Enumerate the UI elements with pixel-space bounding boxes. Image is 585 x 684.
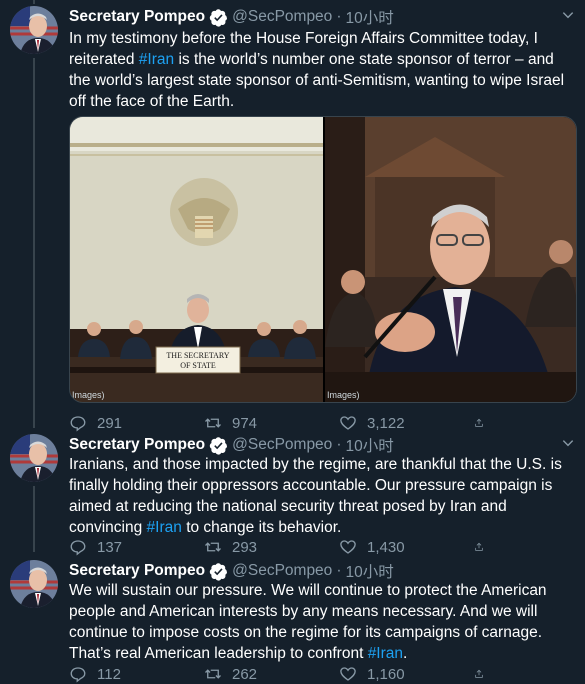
reply-count: 291 — [97, 414, 123, 432]
tweet-header: Secretary Pompeo @SecPompeo · 10小时 — [69, 6, 394, 28]
nameplate-line2: OF STATE — [180, 361, 216, 370]
hashtag-link[interactable]: #Iran — [147, 519, 182, 536]
retweet-icon — [205, 542, 221, 552]
reply-button[interactable]: 137 — [69, 538, 204, 556]
photo-credit-right: Images) — [327, 390, 360, 400]
like-button[interactable]: 1,430 — [339, 538, 474, 556]
hashtag-link[interactable]: #Iran — [139, 51, 174, 68]
tweet-text: We will sustain our pressure. We will co… — [69, 582, 547, 662]
like-count: 3,122 — [367, 414, 405, 432]
timestamp[interactable]: 10小时 — [345, 434, 393, 456]
retweet-icon — [205, 669, 221, 679]
retweet-count: 262 — [232, 665, 258, 683]
tweet-header: Secretary Pompeo @SecPompeo · 10小时 — [69, 560, 394, 582]
reply-count: 137 — [97, 538, 123, 556]
heart-icon — [340, 667, 356, 681]
reply-count: 112 — [97, 665, 121, 683]
chevron-down-icon[interactable] — [561, 436, 575, 450]
share-icon — [475, 542, 483, 551]
handle[interactable]: @SecPompeo — [232, 562, 332, 580]
retweet-count: 974 — [232, 414, 258, 432]
tweet-2[interactable]: Secretary Pompeo @SecPompeo · 10小时 Irani… — [0, 430, 585, 556]
share-icon — [475, 669, 483, 678]
handle[interactable]: @SecPompeo — [232, 8, 332, 26]
separator: · — [336, 562, 342, 579]
retweet-button[interactable]: 293 — [204, 538, 339, 556]
tweet-text: Iranians, and those impacted by the regi… — [69, 456, 562, 536]
like-button[interactable]: 1,160 — [339, 665, 474, 683]
retweet-count: 293 — [232, 538, 258, 556]
display-name[interactable]: Secretary Pompeo — [69, 562, 205, 580]
retweet-button[interactable]: 262 — [204, 665, 339, 683]
reply-icon — [70, 667, 86, 683]
photo-closeup[interactable]: Images) — [325, 117, 576, 402]
photo-credit-left: Images) — [72, 390, 105, 400]
separator: · — [336, 436, 342, 453]
separator: · — [336, 8, 342, 25]
verified-badge-icon — [209, 562, 228, 581]
heart-icon — [340, 540, 356, 554]
tweet-header: Secretary Pompeo @SecPompeo · 10小时 — [69, 434, 394, 456]
reply-icon — [70, 540, 86, 556]
timestamp[interactable]: 10小时 — [345, 560, 393, 582]
display-name[interactable]: Secretary Pompeo — [69, 8, 205, 26]
handle[interactable]: @SecPompeo — [232, 436, 332, 454]
verified-badge-icon — [209, 436, 228, 455]
timestamp[interactable]: 10小时 — [345, 6, 393, 28]
tweet-actions: 112 262 1,160 — [69, 663, 499, 684]
tweet-actions: 137 293 1,430 — [69, 536, 499, 558]
chevron-down-icon[interactable] — [561, 8, 575, 22]
share-button[interactable] — [474, 665, 494, 683]
avatar[interactable] — [10, 434, 58, 482]
avatar[interactable] — [10, 6, 58, 54]
share-button[interactable] — [474, 538, 494, 556]
media-grid[interactable]: THE SECRETARY OF STATE Images) Images) — [69, 116, 577, 403]
tweet-3[interactable]: Secretary Pompeo @SecPompeo · 10小时 We wi… — [0, 556, 585, 684]
tweet-text: In my testimony before the House Foreign… — [69, 30, 565, 110]
like-count: 1,160 — [367, 665, 405, 683]
hashtag-link[interactable]: #Iran — [368, 645, 403, 662]
nameplate-line1: THE SECRETARY — [166, 351, 229, 360]
tweet-1[interactable]: Secretary Pompeo @SecPompeo · 10小时 In my… — [0, 2, 585, 434]
avatar[interactable] — [10, 560, 58, 608]
verified-badge-icon — [209, 8, 228, 27]
like-count: 1,430 — [367, 538, 405, 556]
reply-button[interactable]: 112 — [69, 665, 204, 683]
photo-hearing-room[interactable]: THE SECRETARY OF STATE Images) — [70, 117, 323, 402]
display-name[interactable]: Secretary Pompeo — [69, 436, 205, 454]
